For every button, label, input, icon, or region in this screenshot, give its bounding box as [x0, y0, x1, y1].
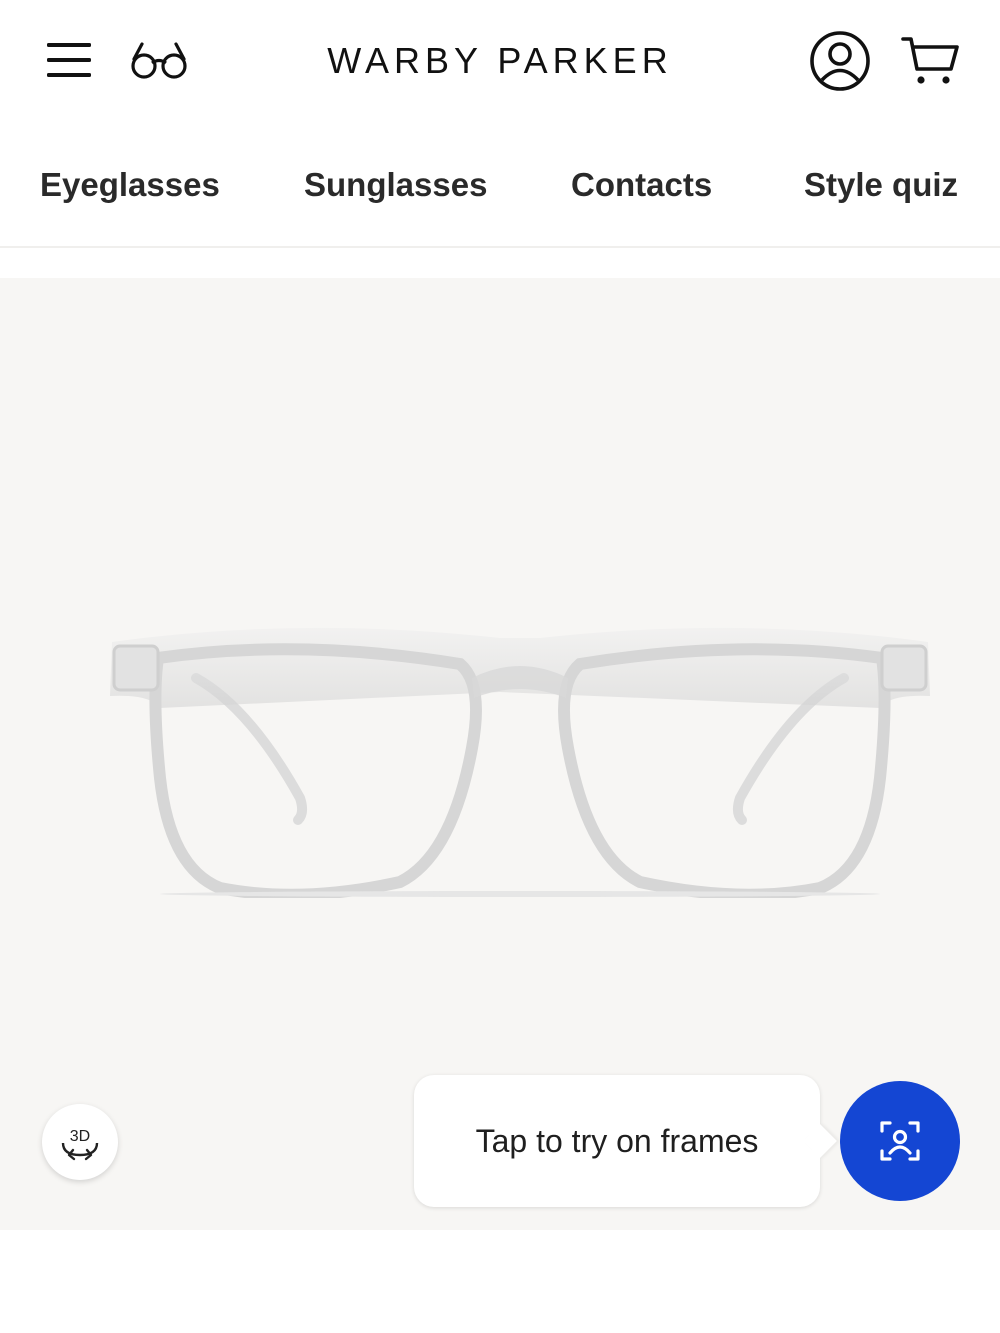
page-bottom	[0, 1230, 1000, 1333]
nav-item-contacts[interactable]: Contacts	[571, 160, 712, 210]
nav-item-style-quiz[interactable]: Style quiz	[804, 160, 958, 210]
brand-logo[interactable]: WARBY PARKER	[250, 38, 750, 84]
glasses-button[interactable]	[126, 32, 192, 88]
hamburger-menu-icon	[47, 43, 91, 77]
cart-button[interactable]	[896, 30, 964, 92]
spacer	[0, 248, 1000, 278]
product-hero: 3D Tap to try on frames	[0, 278, 1000, 1230]
product-image	[110, 627, 930, 898]
view-3d-label: 3D	[70, 1128, 90, 1145]
account-button[interactable]	[806, 28, 874, 94]
nav-item-sunglasses[interactable]: Sunglasses	[304, 160, 487, 210]
site-header: WARBY PARKER	[0, 0, 1000, 120]
menu-button[interactable]	[40, 36, 98, 84]
try-on-tooltip[interactable]: Tap to try on frames	[414, 1075, 820, 1207]
virtual-try-on-button[interactable]	[840, 1081, 960, 1201]
account-icon	[810, 31, 870, 91]
category-nav: Eyeglasses Sunglasses Contacts Style qui…	[0, 120, 1000, 248]
cart-icon	[901, 37, 959, 84]
nav-item-eyeglasses[interactable]: Eyeglasses	[40, 160, 220, 210]
glasses-icon	[131, 42, 187, 79]
try-on-tooltip-text: Tap to try on frames	[475, 1122, 759, 1159]
face-scan-icon	[880, 1121, 920, 1161]
rotate-3d-icon: 3D	[61, 1128, 99, 1161]
view-3d-button[interactable]: 3D	[42, 1104, 118, 1180]
